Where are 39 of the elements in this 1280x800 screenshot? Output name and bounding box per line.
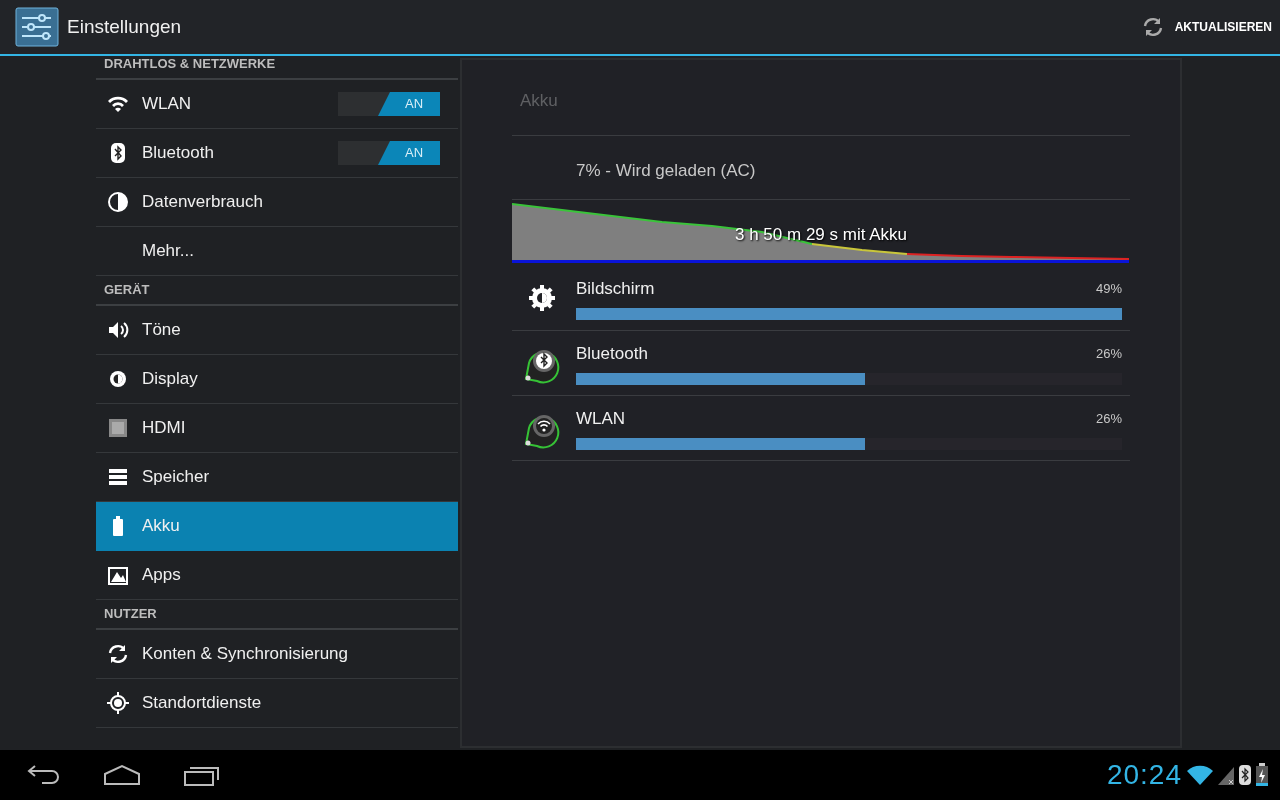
screen-title: Einstellungen — [67, 14, 182, 39]
section-header: DRAHTLOS & NETZWERKE — [96, 56, 458, 80]
usage-row[interactable]: Bildschirm 49% — [512, 266, 1130, 331]
pie-chart-icon — [106, 190, 130, 214]
settings-item[interactable]: WLAN AN — [96, 80, 458, 129]
settings-item[interactable]: Standortdienste — [96, 679, 458, 728]
location-icon — [106, 691, 130, 715]
usage-name: Bluetooth — [576, 343, 648, 366]
settings-item[interactable]: Mehr... — [96, 227, 458, 276]
usage-percent: 49% — [1095, 280, 1122, 299]
sync-icon — [106, 642, 130, 666]
usage-row[interactable]: Bluetooth 26% — [512, 331, 1130, 396]
panel-title: Akku — [512, 60, 1130, 136]
settings-item[interactable]: Bluetooth AN — [96, 129, 458, 178]
wifi-signal-icon — [1186, 764, 1214, 786]
settings-item[interactable]: Apps — [96, 551, 458, 600]
home-icon[interactable] — [102, 762, 142, 788]
settings-item[interactable]: Datenverbrauch — [96, 178, 458, 227]
usage-row[interactable]: WLAN 26% — [512, 396, 1130, 461]
screen-icon — [106, 416, 130, 440]
section-header: GERÄT — [96, 276, 458, 306]
toggle-switch[interactable]: AN — [338, 141, 440, 165]
settings-item[interactable]: Töne — [96, 306, 458, 355]
clock: 20:24 — [1106, 758, 1182, 792]
settings-item[interactable]: HDMI — [96, 404, 458, 453]
refresh-button[interactable]: AKTUALISIEREN — [1140, 15, 1280, 39]
toggle-switch[interactable]: AN — [338, 92, 440, 116]
battery-charging-icon — [1255, 763, 1269, 787]
usage-name: Bildschirm — [576, 278, 655, 301]
usage-percent: 26% — [1095, 410, 1122, 429]
usage-percent: 26% — [1095, 345, 1122, 364]
settings-item[interactable]: Akku — [96, 502, 458, 551]
bluetooth-status-icon — [1238, 764, 1252, 786]
settings-item[interactable]: Display — [96, 355, 458, 404]
section-header: NUTZER — [96, 600, 458, 630]
battery-status: 7% - Wird geladen (AC) — [512, 136, 1130, 200]
settings-icon[interactable] — [15, 7, 59, 47]
settings-item[interactable]: Konten & Synchronisierung — [96, 630, 458, 679]
usage-name: WLAN — [576, 408, 626, 431]
